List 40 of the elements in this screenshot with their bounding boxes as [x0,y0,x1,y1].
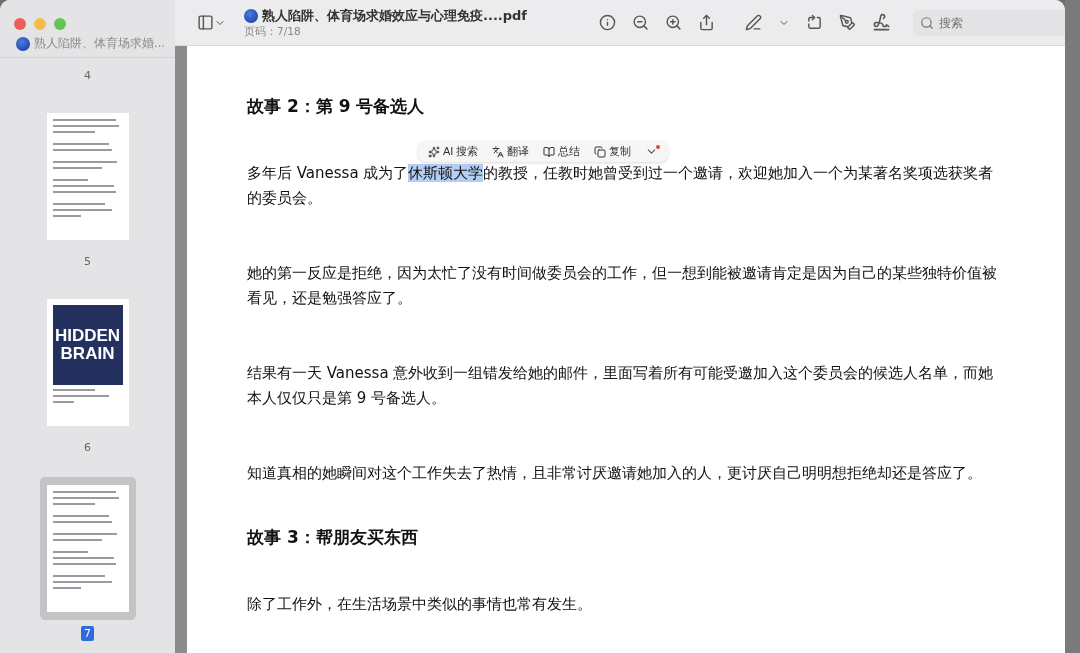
toolbar-item[interactable]: 总结 [543,144,581,159]
paragraph: 结果有一天 Vanessa 意外收到一组错发给她的邮件，里面写着所有可能受邀加入这个委员会的候选人名单，而她本人仅仅只是第 9 号备选人。 [247,363,995,409]
section-heading: 故事 3：帮朋友买东西 [247,526,419,549]
toolbar-item[interactable]: AI 搜索 [428,144,479,159]
sidebar-icon [197,14,214,31]
copy-icon [594,145,607,158]
translate-icon [492,145,505,158]
page-indicator: 页码：7/18 [244,24,302,39]
page-thumbnail[interactable] [46,485,129,612]
close-button[interactable] [14,18,26,30]
window-title: 熟人陷阱、体育场求婚效应与心理免疫....pdf [262,6,528,25]
sidebar-title: 熟人陷阱、体育场求婚... [34,36,165,51]
info-icon [599,14,617,31]
share-icon [698,14,716,31]
paragraph: 知道真相的她瞬间对这个工作失去了热情，且非常讨厌邀请她加入的人，更讨厌自己明明想拒绝却还是答应了。 [247,463,983,484]
toolbar-item[interactable]: 翻译 [492,144,530,159]
page-number: 4 [83,68,92,83]
search-field[interactable]: 搜索 [913,9,1065,36]
rotate-icon [806,14,824,31]
pen-nib-icon [839,14,857,31]
page-thumbnail[interactable] [46,113,129,240]
page-number: 6 [83,440,92,455]
paragraph: 除了工作外，在生活场景中类似的事情也常有发生。 [247,594,593,615]
page-number: 7 [81,626,94,641]
page-number: 5 [83,254,92,269]
cover-title: HIDDEN [54,327,121,345]
document-icon [244,8,258,23]
paragraph: 多年后 Vanessa 成为了休斯顿大学的教授，任教时她曾受到过一个邀请，欢迎她加入一个为某著名奖项选获奖者的委员会。 [247,163,995,209]
paragraph: 她的第一反应是拒绝，因为太忙了没有时间做委员会的工作，但一想到能被邀请肯定是因为自己的某些独特价值被看见，还是勉强答应了。 [247,263,998,309]
toolbar-item[interactable]: 复制 [594,144,632,159]
zoom-out-icon [632,14,650,31]
signature-icon [872,13,892,32]
section-heading: 故事 2：第 9 号备选人 [247,95,426,118]
document-icon [16,36,30,51]
cover-title: BRAIN [60,345,115,363]
page-thumbnail[interactable]: HIDDEN BRAIN [46,299,129,426]
pen-icon [745,14,763,31]
book-icon [543,145,556,158]
sparkle-icon [428,145,440,158]
zoom-in-icon [665,14,683,31]
